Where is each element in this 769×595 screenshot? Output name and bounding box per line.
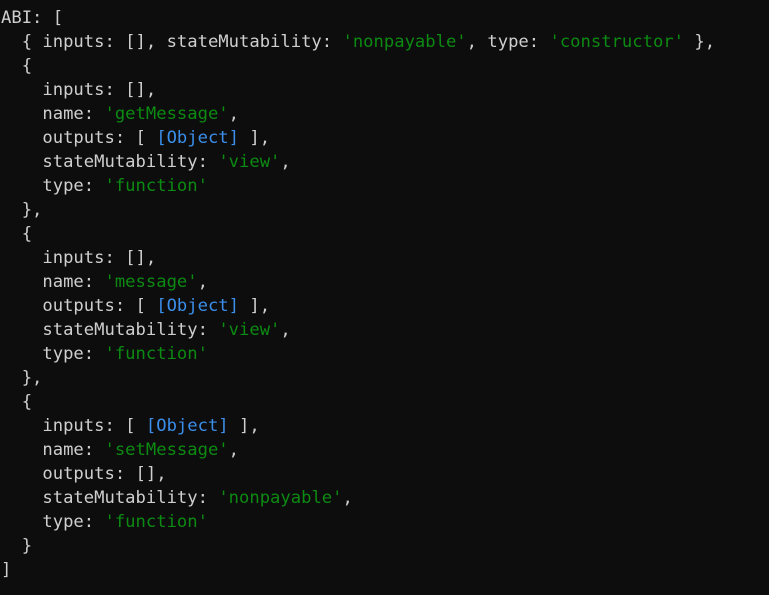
console-line: outputs: [], xyxy=(0,462,769,486)
plain-text-token: ] xyxy=(1,560,12,580)
plain-text-token: , xyxy=(228,440,240,460)
plain-text-token: stateMutability: xyxy=(1,320,219,340)
plain-text-token: { xyxy=(1,56,33,76)
console-line: outputs: [ [Object] ], xyxy=(0,126,769,150)
string-literal-token: 'message' xyxy=(104,272,198,292)
console-line: type: 'function' xyxy=(0,342,769,366)
plain-text-token: type: xyxy=(1,176,105,196)
plain-text-token: inputs: [ xyxy=(1,416,146,436)
string-literal-token: 'getMessage' xyxy=(104,104,229,124)
console-line: inputs: [], xyxy=(0,78,769,102)
console-line: ] xyxy=(0,558,769,582)
plain-text-token: }, xyxy=(1,368,43,388)
string-literal-token: 'view' xyxy=(218,320,281,340)
console-line: ABI: [ xyxy=(0,6,769,30)
console-line: outputs: [ [Object] ], xyxy=(0,294,769,318)
plain-text-token: , type: xyxy=(466,32,550,52)
plain-text-token: }, xyxy=(1,200,43,220)
console-line: { inputs: [], stateMutability: 'nonpayab… xyxy=(0,30,769,54)
console-line: name: 'getMessage', xyxy=(0,102,769,126)
console-line: type: 'function' xyxy=(0,174,769,198)
console-line: name: 'setMessage', xyxy=(0,438,769,462)
console-line: }, xyxy=(0,198,769,222)
console-line: { xyxy=(0,390,769,414)
terminal-console-output[interactable]: ABI: [ { inputs: [], stateMutability: 'n… xyxy=(0,0,769,595)
string-literal-token: 'constructor' xyxy=(549,32,684,52)
string-literal-token: 'nonpayable' xyxy=(218,488,343,508)
plain-text-token: inputs: [], xyxy=(1,248,157,268)
plain-text-token: name: xyxy=(1,104,105,124)
plain-text-token: outputs: [ xyxy=(1,296,157,316)
plain-text-token: stateMutability: xyxy=(1,152,219,172)
plain-text-token: , xyxy=(228,104,240,124)
plain-text-token: name: xyxy=(1,272,105,292)
string-literal-token: 'setMessage' xyxy=(104,440,229,460)
plain-text-token: } xyxy=(1,536,33,556)
console-line: }, xyxy=(0,366,769,390)
console-line: inputs: [ [Object] ], xyxy=(0,414,769,438)
plain-text-token: ], xyxy=(239,128,271,148)
object-placeholder-token: [Object] xyxy=(156,128,240,148)
console-line: type: 'function' xyxy=(0,510,769,534)
console-line: stateMutability: 'view', xyxy=(0,150,769,174)
plain-text-token: type: xyxy=(1,512,105,532)
plain-text-token: type: xyxy=(1,344,105,364)
plain-text-token: ABI: [ xyxy=(1,8,64,28)
plain-text-token: , xyxy=(280,152,291,172)
plain-text-token: outputs: [], xyxy=(1,464,167,484)
plain-text-token: ], xyxy=(239,296,271,316)
plain-text-token: stateMutability: xyxy=(1,488,219,508)
plain-text-token: { xyxy=(1,392,33,412)
console-line: stateMutability: 'view', xyxy=(0,318,769,342)
string-literal-token: 'function' xyxy=(104,176,208,196)
console-line: name: 'message', xyxy=(0,270,769,294)
console-line: inputs: [], xyxy=(0,246,769,270)
object-placeholder-token: [Object] xyxy=(145,416,229,436)
console-line: { xyxy=(0,54,769,78)
plain-text-token: { inputs: [], stateMutability: xyxy=(1,32,343,52)
console-line: { xyxy=(0,222,769,246)
string-literal-token: 'function' xyxy=(104,344,208,364)
plain-text-token: , xyxy=(197,272,208,292)
plain-text-token: , xyxy=(280,320,291,340)
object-placeholder-token: [Object] xyxy=(156,296,240,316)
console-line: } xyxy=(0,534,769,558)
plain-text-token: ], xyxy=(228,416,260,436)
plain-text-token: inputs: [], xyxy=(1,80,157,100)
string-literal-token: 'function' xyxy=(104,512,208,532)
plain-text-token: outputs: [ xyxy=(1,128,157,148)
string-literal-token: 'view' xyxy=(218,152,281,172)
plain-text-token: }, xyxy=(684,32,716,52)
plain-text-token: { xyxy=(1,224,33,244)
console-line-list: ABI: [ { inputs: [], stateMutability: 'n… xyxy=(0,6,769,582)
string-literal-token: 'nonpayable' xyxy=(342,32,467,52)
plain-text-token: , xyxy=(342,488,353,508)
plain-text-token: name: xyxy=(1,440,105,460)
console-line: stateMutability: 'nonpayable', xyxy=(0,486,769,510)
